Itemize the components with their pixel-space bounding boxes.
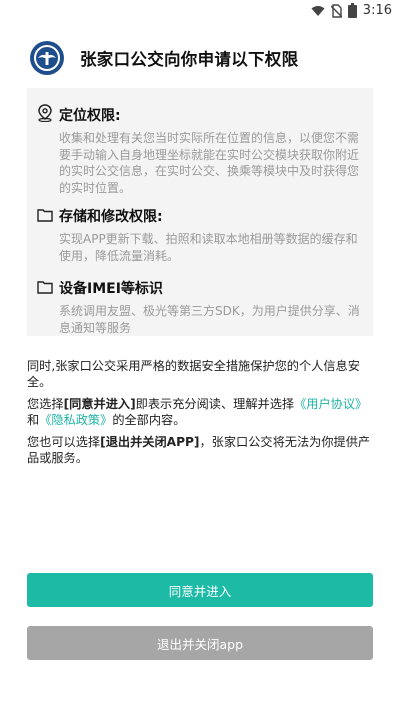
permission-location: 定位权限: 收集和处理有关您当时实际所在位置的信息，以便您不需要手动输入自身地理… [37, 104, 363, 196]
notice-text: 您选择 [27, 397, 64, 411]
notice-text: 和 [27, 413, 40, 427]
clock-time: 3:16 [362, 3, 392, 18]
header: 张家口公交向你申请以下权限 [30, 40, 380, 76]
permission-title: 定位权限: [59, 108, 121, 124]
notice-text: 即表示充分阅读、理解并选择 [135, 397, 295, 411]
agree-and-enter-button[interactable]: 同意并进入 [27, 573, 373, 607]
permissions-panel: 定位权限: 收集和处理有关您当时实际所在位置的信息，以便您不需要手动输入自身地理… [27, 88, 373, 336]
permission-description: 收集和处理有关您当时实际所在位置的信息，以便您不需要手动输入自身地理坐标就能在实… [59, 131, 360, 195]
permission-title: 存储和修改权限: [59, 209, 163, 225]
folder-icon [37, 207, 53, 226]
notice-text: 您也可以选择 [27, 435, 101, 449]
permission-description: 实现APP更新下载、拍照和读取本地相册等数据的缓存和使用，降低流量消耗。 [59, 232, 358, 263]
notice-paragraph: 同时,张家口公交采用严格的数据安全措施保护您的个人信息安全。 [27, 359, 360, 389]
permission-device-id: 设备IMEI等标识 系统调用友盟、极光等第三方SDK，为用户提供分享、消息通知等… [37, 277, 363, 336]
status-icons: 3:16 [311, 3, 392, 18]
permission-title: 设备IMEI等标识 [59, 281, 163, 297]
wifi-icon [311, 5, 325, 17]
privacy-notice: 同时,张家口公交采用严格的数据安全措施保护您的个人信息安全。 您选择[同意并进入… [27, 358, 377, 472]
user-agreement-link[interactable]: 《用户协议》 [294, 397, 367, 411]
battery-icon [347, 3, 357, 18]
agree-reference: [同意并进入] [63, 397, 136, 411]
permission-storage: 存储和修改权限: 实现APP更新下载、拍照和读取本地相册等数据的缓存和使用，降低… [37, 205, 363, 264]
folder-icon [37, 279, 53, 298]
privacy-policy-link[interactable]: 《隐私政策》 [39, 413, 112, 427]
notice-text: 的全部内容。 [112, 413, 186, 427]
notice-paragraph: 您选择[同意并进入]即表示充分阅读、理解并选择《用户协议》和《隐私政策》的全部内… [27, 396, 377, 428]
status-bar: 3:16 [0, 0, 400, 24]
exit-and-close-button[interactable]: 退出并关闭app [27, 626, 373, 660]
location-pin-icon [37, 104, 53, 126]
exit-reference: [退出并关闭APP] [100, 435, 200, 449]
permission-description: 系统调用友盟、极光等第三方SDK，为用户提供分享、消息通知等服务 [59, 304, 360, 335]
notice-paragraph: 您也可以选择[退出并关闭APP]，张家口公交将无法为你提供产品或服务。 [27, 434, 377, 466]
page-title: 张家口公交向你申请以下权限 [80, 50, 299, 69]
app-logo [30, 41, 64, 75]
no-sim-icon [330, 3, 342, 18]
